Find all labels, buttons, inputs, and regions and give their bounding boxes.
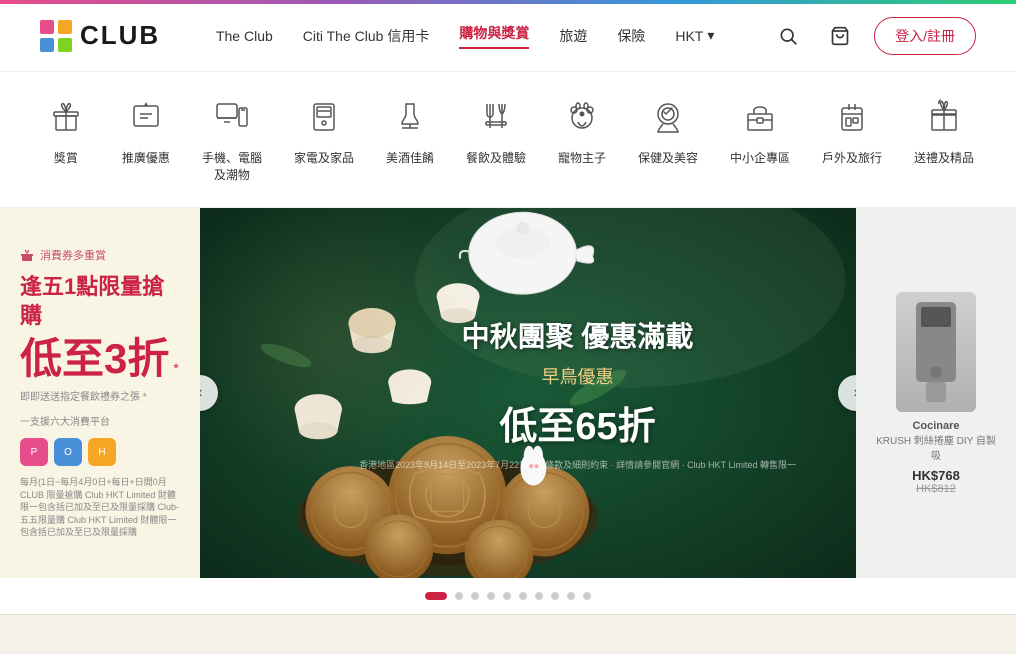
carousel-dots [0,578,1016,614]
home-icon [304,96,344,141]
category-rewards[interactable]: 獎賞 [26,88,106,174]
category-health[interactable]: 保健及美容 [622,88,714,174]
banner-text-overlay: 中秋團聚 優惠滿載 早鳥優惠 低至65折 香港地區2023年8月14日至2023… [359,315,796,471]
cart-button[interactable] [822,18,858,54]
nav-shopping[interactable]: 購物與獎賞 [459,23,529,49]
banner-left-panel: 消費券多重賞 逢五1點限量搶購 低至3折 * 即即送送指定餐飲禮券之張 * 一支… [0,208,200,578]
app-icon-3: H [88,438,116,466]
promo-icon [126,96,166,141]
pet-icon [562,96,602,141]
banner-discount: 低至65折 [359,395,796,450]
category-outdoor[interactable]: 戶外及旅行 [806,88,898,174]
bottom-strip [0,614,1016,654]
category-wine-label: 美酒佳餚 [386,149,434,166]
category-dining-label: 餐飲及體驗 [466,149,526,166]
category-outdoor-label: 戶外及旅行 [822,149,882,166]
category-promo-label: 推廣優惠 [122,149,170,166]
product-brand: Cocinare [872,420,1000,432]
banner-section: 消費券多重賞 逢五1點限量搶購 低至3折 * 即即送送指定餐飲禮券之張 * 一支… [0,208,1016,578]
login-button[interactable]: 登入/註冊 [874,17,976,55]
product-name: KRUSH 刺絲捲塵 DIY 自製吸 [872,432,1000,462]
category-tech-label: 手機、電腦及潮物 [202,149,262,183]
logo-icon [40,20,72,52]
carousel-dot-4[interactable] [503,592,511,600]
gift-small-icon [20,248,34,262]
category-sme[interactable]: 中小企專區 [714,88,806,174]
carousel-dot-0[interactable] [425,592,447,600]
category-wine[interactable]: 美酒佳餚 [370,88,450,174]
banner-left-subnote: 一支援六大消費平台 [20,413,180,428]
nav-insurance[interactable]: 保險 [617,26,645,46]
cart-icon [830,26,850,46]
carousel-dot-9[interactable] [583,592,591,600]
banner-image: 中秋團聚 優惠滿載 早鳥優惠 低至65折 香港地區2023年8月14日至2023… [200,208,856,578]
banner-left-title: 逢五1點限量搶購 [20,273,180,330]
dining-icon [476,96,516,141]
product-thumbnail [901,297,971,407]
header: CLUB The Club Citi The Club 信用卡 購物與獎賞 旅遊… [0,0,1016,72]
main-nav: The Club Citi The Club 信用卡 購物與獎賞 旅遊 保險 H… [216,23,714,49]
gift-icon [46,96,86,141]
carousel-dot-7[interactable] [551,592,559,600]
nav-travel[interactable]: 旅遊 [559,26,587,46]
search-button[interactable] [770,18,806,54]
carousel-dot-3[interactable] [487,592,495,600]
carousel-dot-1[interactable] [455,592,463,600]
category-gifts-label: 送禮及精品 [914,149,974,166]
product-card: Cocinare KRUSH 刺絲捲塵 DIY 自製吸 HK$768 HK$81… [872,292,1000,495]
category-pet[interactable]: 寵物主子 [542,88,622,174]
product-image [896,292,976,412]
category-gifts[interactable]: 送禮及精品 [898,88,990,174]
carousel-dot-2[interactable] [471,592,479,600]
header-actions: 登入/註冊 [770,17,976,55]
nav-citi[interactable]: Citi The Club 信用卡 [303,26,430,46]
banner-title: 中秋團聚 優惠滿載 [359,315,796,355]
logo[interactable]: CLUB [40,20,160,52]
banner-promo-price: 低至3折 * [20,338,180,380]
logo-text: CLUB [80,20,160,51]
banner-left-note: 即即送送指定餐飲禮券之張 * [20,388,180,403]
category-pet-label: 寵物主子 [558,149,606,166]
banner-fine-print: 香港地區2023年8月14日至2023年7月22日 · 受條款及細則約束 · 詳… [359,458,796,471]
product-price: HK$768 [872,468,1000,483]
category-nav: 獎賞 推廣優惠 手機、電腦及潮物 家電及家品 美酒佳餚 餐飲及體驗 [0,72,1016,208]
banner-left-badge: 消費券多重賞 [20,247,180,263]
category-health-label: 保健及美容 [638,149,698,166]
banner-right-panel: Cocinare KRUSH 刺絲捲塵 DIY 自製吸 HK$768 HK$81… [856,208,1016,578]
tech-icon [212,96,252,141]
health-icon [648,96,688,141]
banner-left-apps: P O H [20,438,180,466]
category-home[interactable]: 家電及家品 [278,88,370,174]
wine-icon [390,96,430,141]
banner-subtitle: 早鳥優惠 [359,363,796,389]
nav-the-club[interactable]: The Club [216,28,273,44]
product-orig-price: HK$812 [872,483,1000,495]
category-tech[interactable]: 手機、電腦及潮物 [186,88,278,191]
category-dining[interactable]: 餐飲及體驗 [450,88,542,174]
banner-main: ‹ [200,208,856,578]
carousel-dot-5[interactable] [519,592,527,600]
gifts-icon [924,96,964,141]
sme-icon [740,96,780,141]
category-sme-label: 中小企專區 [730,149,790,166]
banner-left-desc: 每月(1日~每月4月0日+每日+日間0月CLUB 限量搶購 Club HKT L… [20,476,180,539]
category-rewards-label: 獎賞 [54,149,78,166]
category-home-label: 家電及家品 [294,149,354,166]
chevron-down-icon: ▾ [707,27,714,44]
nav-hkt[interactable]: HKT ▾ [675,27,714,44]
app-icon-1: P [20,438,48,466]
carousel-dot-8[interactable] [567,592,575,600]
carousel-dot-6[interactable] [535,592,543,600]
app-icon-2: O [54,438,82,466]
category-promo[interactable]: 推廣優惠 [106,88,186,174]
outdoor-icon [832,96,872,141]
search-icon [778,26,798,46]
